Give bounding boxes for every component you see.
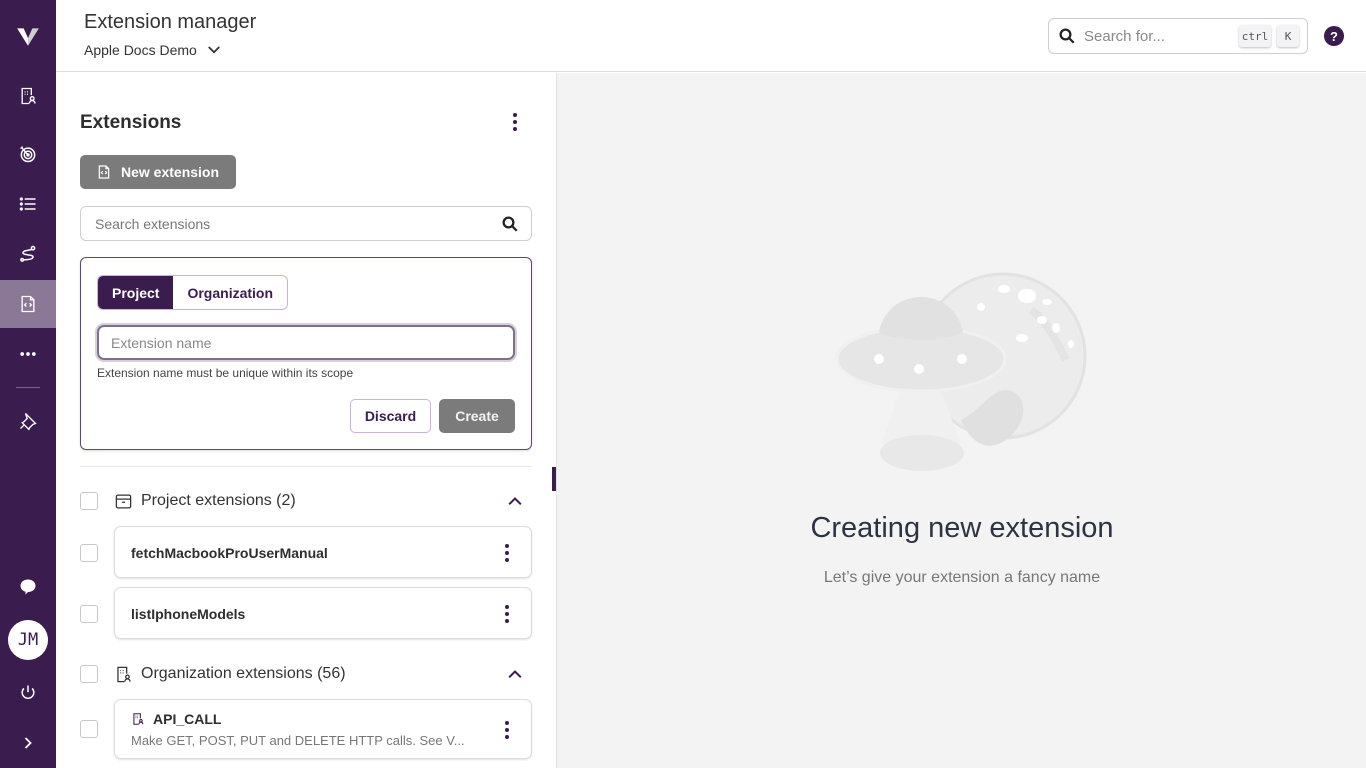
extension-search[interactable]	[80, 206, 532, 241]
new-extension-button[interactable]: New extension	[80, 155, 236, 189]
avatar[interactable]: JM	[8, 620, 48, 660]
file-code-icon	[21, 295, 35, 313]
shortcut-key-k: K	[1277, 25, 1299, 47]
file-code-icon	[98, 165, 110, 179]
scope-tab-project[interactable]: Project	[98, 276, 174, 309]
sidebar-divider	[16, 387, 40, 388]
extensions-heading: Extensions	[80, 112, 182, 133]
logo[interactable]	[0, 12, 56, 60]
target-icon	[20, 146, 36, 163]
chat-bubble-icon	[20, 579, 36, 595]
kebab-dot	[505, 558, 509, 562]
expand-sidebar-button[interactable]	[0, 719, 56, 767]
collapse-organization-group-icon[interactable]	[505, 664, 525, 684]
divider	[80, 466, 532, 467]
extension-name-field[interactable]	[97, 325, 515, 360]
kebab-dot	[505, 619, 509, 623]
project-group-checkbox[interactable]	[80, 492, 98, 510]
ellipsis-icon	[20, 352, 36, 356]
extension-description: Make GET, POST, PUT and DELETE HTTP call…	[131, 733, 465, 748]
extensions-panel: Extensions New extension Project Organiz…	[56, 73, 556, 768]
extension-checkbox[interactable]	[80, 544, 98, 562]
discard-button[interactable]: Discard	[350, 399, 431, 433]
chevron-right-icon	[24, 737, 32, 749]
kebab-dot	[505, 728, 509, 732]
global-search[interactable]: ctrl K	[1048, 18, 1308, 54]
chat-button[interactable]	[0, 563, 56, 611]
extension-name: listIphoneModels	[131, 606, 246, 622]
ufo-planet-illustration	[835, 272, 1087, 471]
sidebar-item-list[interactable]	[0, 180, 56, 228]
extension-card[interactable]: listIphoneModels	[114, 587, 532, 639]
global-search-input[interactable]	[1084, 27, 1234, 45]
kebab-dot	[505, 735, 509, 739]
kebab-dot	[513, 113, 517, 117]
extension-menu-button[interactable]	[497, 541, 517, 565]
power-icon	[21, 685, 35, 700]
extension-checkbox[interactable]	[80, 720, 98, 738]
extension-name-hint: Extension name must be unique within its…	[97, 366, 354, 380]
extension-card[interactable]: API_CALL Make GET, POST, PUT and DELETE …	[114, 699, 532, 759]
sidebar-item-extensions[interactable]	[0, 280, 56, 328]
building-user-icon	[21, 87, 36, 105]
sidebar-item-targets[interactable]	[0, 130, 56, 178]
kebab-dot	[505, 551, 509, 555]
logout-button[interactable]	[0, 669, 56, 717]
sidebar-item-more[interactable]	[0, 330, 56, 378]
new-extension-label: New extension	[121, 164, 220, 180]
scope-tab-organization[interactable]: Organization	[173, 276, 287, 309]
top-bar: Extension manager Apple Docs Demo ctrl K…	[56, 0, 1366, 72]
extension-menu-button[interactable]	[497, 718, 517, 742]
kebab-dot	[513, 127, 517, 131]
help-button[interactable]: ?	[1324, 26, 1344, 46]
building-user-icon	[117, 666, 131, 682]
archive-box-icon	[115, 494, 132, 508]
question-circle-icon: ?	[1330, 28, 1338, 44]
organization-group-checkbox[interactable]	[80, 665, 98, 683]
building-user-icon	[133, 713, 144, 725]
sidebar-item-flows[interactable]	[0, 230, 56, 278]
extension-card[interactable]: fetchMacbookProUserManual	[114, 526, 532, 578]
sidebar: JM	[0, 0, 56, 768]
sidebar-item-pin[interactable]	[0, 397, 56, 445]
search-icon[interactable]	[501, 215, 519, 233]
extension-menu-button[interactable]	[497, 602, 517, 626]
search-icon	[1059, 28, 1075, 44]
sidebar-item-organization[interactable]	[0, 72, 56, 120]
list-icon	[19, 197, 36, 211]
extension-name-input[interactable]	[111, 334, 513, 351]
route-icon	[20, 245, 36, 262]
kebab-dot	[505, 544, 509, 548]
extensions-menu-button[interactable]	[505, 110, 525, 134]
project-extensions-header[interactable]: Project extensions (2)	[114, 489, 296, 513]
chevron-down-icon	[207, 46, 220, 54]
kebab-dot	[505, 612, 509, 616]
organization-extensions-header[interactable]: Organization extensions (56)	[114, 662, 346, 686]
page-title: Extension manager	[84, 11, 257, 33]
empty-state-title: Creating new extension	[810, 512, 1114, 544]
project-name: Apple Docs Demo	[84, 42, 197, 58]
project-selector[interactable]: Apple Docs Demo	[84, 41, 223, 59]
organization-extensions-label: Organization extensions (56)	[141, 665, 346, 682]
create-extension-form: Project Organization Extension name must…	[80, 257, 532, 450]
kebab-dot	[505, 605, 509, 609]
pin-icon	[20, 413, 37, 431]
scope-toggle: Project Organization	[97, 275, 289, 310]
project-extensions-label: Project extensions (2)	[141, 492, 296, 509]
extension-checkbox[interactable]	[80, 605, 98, 623]
empty-state-subtitle: Let’s give your extension a fancy name	[823, 569, 1101, 586]
logo-icon	[17, 28, 39, 46]
create-button[interactable]: Create	[439, 399, 515, 433]
kebab-dot	[513, 120, 517, 124]
collapse-project-group-icon[interactable]	[505, 491, 525, 511]
extension-search-input[interactable]	[95, 215, 501, 232]
extension-name: fetchMacbookProUserManual	[131, 545, 328, 561]
kebab-dot	[505, 721, 509, 725]
shortcut-key-ctrl: ctrl	[1239, 25, 1271, 47]
extension-name: API_CALL	[153, 711, 222, 727]
main-content: Creating new extension Let’s give your e…	[556, 73, 1366, 768]
